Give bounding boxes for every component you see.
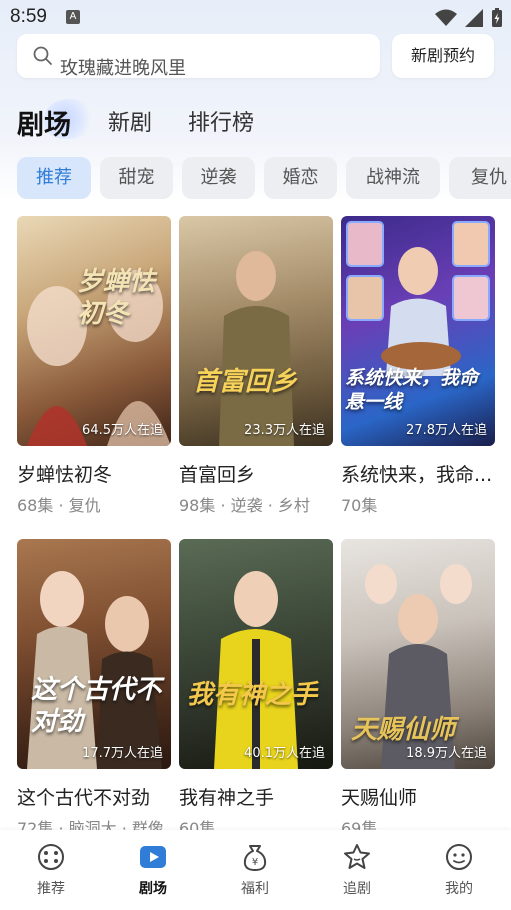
search-input[interactable]: 玫瑰藏进晚风里 (17, 34, 380, 79)
status-bar: 8:59 A (0, 0, 511, 34)
drama-title: 岁蝉怯初冬 (17, 464, 113, 486)
smiley-face-icon (446, 844, 472, 870)
bottom-navigation: 推荐 剧场 ¥ 福利 追剧 我的 (0, 830, 511, 910)
nav-profile[interactable]: 我的 (424, 842, 494, 898)
notification-icon: A (66, 10, 80, 24)
chip-sweet[interactable]: 甜宠 (100, 157, 173, 199)
drama-poster: 我有神之手 40.1万人在追 (179, 539, 333, 769)
nav-label: 福利 (241, 881, 269, 897)
follower-count: 27.8万人在追 (406, 423, 487, 438)
poster-art (27, 270, 171, 446)
poster-title: 这个古代不对劲 (31, 675, 162, 737)
follower-count: 64.5万人在追 (82, 423, 163, 438)
new-drama-reservation-button[interactable]: 新剧预约 (392, 34, 494, 78)
drama-title: 首富回乡 (179, 464, 256, 486)
poster-title: 岁蝉怯初冬 (77, 267, 156, 329)
play-icon (140, 846, 166, 868)
drama-poster: 系统快来，我命悬一线 27.8万人在追 (341, 216, 495, 446)
chip-war-god[interactable]: 战神流 (346, 157, 440, 199)
film-reel-icon (38, 844, 64, 870)
poster-title: 我有神之手 (187, 680, 318, 710)
drama-poster: 首富回乡 23.3万人在追 (179, 216, 333, 446)
money-bag-icon: ¥ (243, 845, 267, 871)
follower-count: 18.9万人在追 (406, 746, 487, 761)
drama-meta: 70集 (341, 496, 378, 515)
nav-label: 我的 (445, 881, 473, 897)
chip-recommended[interactable]: 推荐 (17, 157, 91, 199)
nav-following[interactable]: 追剧 (322, 842, 392, 898)
follower-count: 17.7万人在追 (82, 746, 163, 761)
drama-title: 系统快来，我命... (341, 464, 493, 486)
battery-icon (492, 8, 502, 27)
status-time: 8:59 (10, 6, 47, 27)
tab-new-drama[interactable]: 新剧 (108, 105, 152, 137)
drama-poster: 天赐仙师 18.9万人在追 (341, 539, 495, 769)
signal-icon (465, 9, 483, 27)
nav-welfare[interactable]: ¥ 福利 (220, 842, 290, 898)
status-icons (435, 8, 503, 28)
chip-revenge[interactable]: 复仇 (449, 157, 511, 199)
poster-art (219, 251, 294, 446)
follower-count: 23.3万人在追 (244, 423, 325, 438)
star-face-icon (344, 844, 370, 869)
svg-text:¥: ¥ (252, 857, 258, 868)
drama-title: 天赐仙师 (341, 787, 418, 809)
drama-meta: 98集 · 逆袭 · 乡村 (179, 496, 310, 515)
nav-label: 剧场 (139, 881, 167, 897)
drama-poster: 这个古代不对劲 17.7万人在追 (17, 539, 171, 769)
follower-count: 40.1万人在追 (244, 746, 325, 761)
poster-title: 首富回乡 (193, 367, 298, 397)
poster-art (214, 571, 298, 769)
drama-poster: 岁蝉怯初冬 64.5万人在追 (17, 216, 171, 446)
drama-title: 我有神之手 (179, 787, 275, 809)
wifi-icon (435, 9, 457, 26)
chip-comeback[interactable]: 逆袭 (182, 157, 255, 199)
search-placeholder: 玫瑰藏进晚风里 (60, 58, 186, 79)
search-icon (33, 46, 52, 65)
drama-title: 这个古代不对劲 (17, 787, 151, 809)
chip-romance[interactable]: 婚恋 (264, 157, 337, 199)
drama-meta: 68集 · 复仇 (17, 496, 101, 515)
nav-recommend[interactable]: 推荐 (16, 842, 86, 898)
poster-title: 系统快来，我命悬一线 (345, 367, 479, 413)
category-chips: 推荐 甜宠 逆袭 婚恋 战神流 复仇 (0, 157, 511, 199)
nav-label: 推荐 (37, 881, 65, 897)
nav-theater[interactable]: 剧场 (118, 842, 188, 898)
nav-label: 追剧 (343, 881, 371, 897)
tab-ranking[interactable]: 排行榜 (188, 105, 254, 137)
tab-theater[interactable]: 剧场 (17, 103, 71, 142)
